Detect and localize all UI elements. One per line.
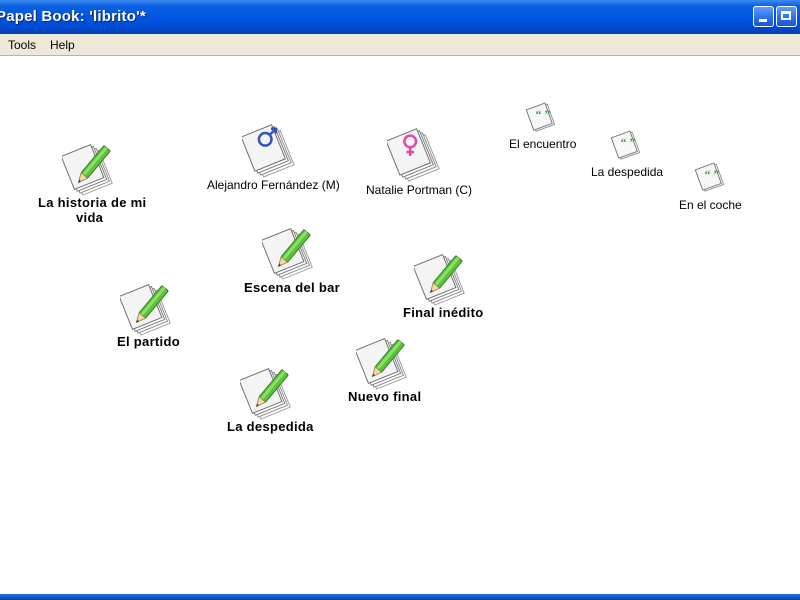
scene-label: El partido — [117, 334, 180, 349]
pencil-document-icon — [412, 250, 472, 306]
scene-node-bar[interactable]: Escena del bar — [238, 224, 348, 299]
pencil-document-icon — [354, 334, 414, 390]
quote-document-icon: “ ” — [690, 158, 730, 194]
quote-document-icon: “ ” — [606, 126, 646, 162]
scene-label: La historia de mi — [38, 195, 147, 210]
scene-label: La despedida — [227, 419, 314, 434]
svg-text:“ ”: “ ” — [705, 168, 720, 181]
quote-document-icon: “ ” — [521, 98, 561, 134]
scene-node-historia[interactable]: La historia de mi vida — [30, 140, 160, 230]
menu-help[interactable]: Help — [50, 38, 75, 52]
character-label: Alejandro Fernández (M) — [207, 178, 340, 192]
minimize-button[interactable] — [753, 6, 774, 27]
scene-node-nuevo-final[interactable]: Nuevo final — [342, 334, 442, 409]
scene-node-partido[interactable]: El partido — [112, 280, 202, 355]
dialogue-label: La despedida — [591, 165, 664, 179]
scene-node-despedida[interactable]: La despedida — [222, 364, 332, 439]
character-node-natalie[interactable]: Natalie Portman (C) — [360, 124, 490, 204]
menu-tools[interactable]: Tools — [8, 38, 36, 52]
dialogue-label: El encuentro — [509, 137, 577, 151]
maximize-button[interactable] — [776, 6, 797, 27]
window-title: Papel Book: 'librito'* — [0, 8, 146, 25]
title-bar[interactable]: Papel Book: 'librito'* — [0, 0, 800, 34]
scene-label: Escena del bar — [244, 280, 340, 295]
menu-bar: Tools Help — [0, 34, 800, 56]
minimize-icon — [759, 19, 767, 22]
pencil-document-icon — [60, 140, 120, 196]
dialogue-node-encuentro[interactable]: “ ” El encuentro — [505, 98, 585, 154]
dialogue-node-despedida[interactable]: “ ” La despedida — [588, 126, 668, 182]
maximize-icon — [781, 11, 791, 20]
scene-label: Final inédito — [403, 305, 484, 320]
pencil-document-icon — [238, 364, 298, 420]
svg-text:“ ”: “ ” — [621, 136, 636, 149]
female-symbol-document-icon — [386, 124, 446, 182]
scene-label: Nuevo final — [348, 389, 422, 404]
character-node-alejandro[interactable]: Alejandro Fernández (M) — [200, 120, 350, 200]
pencil-document-icon — [260, 224, 320, 280]
pencil-document-icon — [118, 280, 178, 336]
dialogue-node-coche[interactable]: “ ” En el coche — [676, 158, 756, 214]
male-symbol-document-icon — [240, 120, 302, 178]
character-label: Natalie Portman (C) — [366, 183, 473, 197]
dialogue-label: En el coche — [679, 198, 742, 212]
scene-node-final-inedito[interactable]: Final inédito — [398, 250, 498, 325]
window-bottom-border — [0, 594, 800, 600]
scene-label-line2: vida — [76, 210, 104, 225]
svg-text:“ ”: “ ” — [536, 108, 551, 121]
